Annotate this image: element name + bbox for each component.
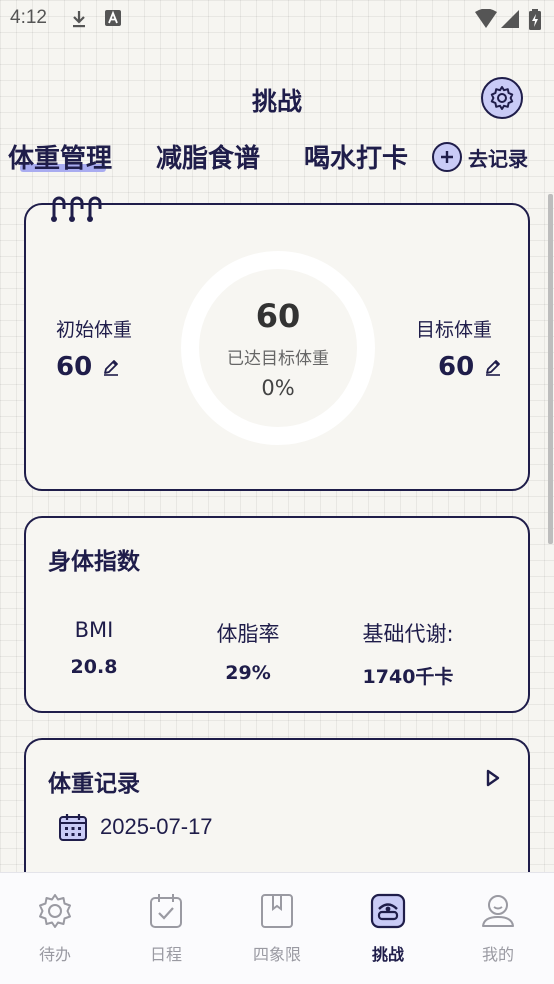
progress-ring-center: 60 已达目标体重 0%: [179, 249, 377, 447]
edit-target-weight-pencil-icon[interactable]: [484, 358, 502, 376]
initial-weight-label: 初始体重: [56, 319, 133, 341]
quadrant-icon: [261, 894, 293, 928]
go-record-button[interactable]: 去记录: [432, 142, 528, 172]
gear-icon: [490, 86, 514, 110]
progress-percent: 0%: [261, 376, 295, 400]
nav-label: 挑战: [371, 945, 404, 964]
nav-item-todo[interactable]: 待办: [0, 891, 110, 965]
initial-weight-value: 60: [56, 352, 93, 382]
nav-label: 我的: [481, 945, 514, 964]
wifi-icon: [475, 9, 497, 28]
tab-fat-loss-recipes[interactable]: 减脂食谱: [156, 138, 260, 175]
page-title: 挑战: [251, 87, 302, 116]
metric-body-fat: 体脂率 29%: [168, 618, 328, 684]
metric-label: 体脂率: [216, 622, 280, 646]
initial-weight: 初始体重 60: [56, 315, 132, 382]
calendar-check-icon: [150, 894, 182, 928]
nav-item-profile[interactable]: 我的: [443, 891, 553, 965]
battery-icon: [529, 9, 541, 30]
go-record-label: 去记录: [468, 146, 528, 171]
metric-label: 基础代谢:: [362, 622, 454, 646]
metric-value: 29%: [225, 662, 271, 684]
record-date-row[interactable]: 2025-07-17: [58, 812, 213, 842]
bottom-navigation: 待办 日程 四象限 挑战 我的: [0, 872, 554, 984]
metric-bmr: 基础代谢: 1740千卡: [328, 618, 488, 689]
plus-icon: [432, 142, 462, 172]
signal-icon: [501, 10, 519, 28]
settings-button[interactable]: [481, 77, 523, 119]
status-bar: 4:12: [0, 0, 554, 38]
download-icon: [73, 11, 85, 28]
challenge-icon: [370, 893, 406, 929]
tab-water-checkin[interactable]: 喝水打卡: [304, 138, 408, 175]
metric-value: 1740千卡: [362, 666, 454, 688]
target-weight-value: 60: [438, 352, 475, 382]
nav-label: 日程: [149, 945, 182, 964]
body-index-card: 身体指数 BMI 20.8 体脂率 29% 基础代谢: 1740千卡: [24, 516, 530, 713]
weight-record-title: 体重记录: [48, 771, 140, 797]
scrollbar[interactable]: [548, 194, 553, 544]
gear-icon: [39, 894, 71, 928]
record-date: 2025-07-17: [100, 814, 213, 839]
nav-item-quadrant[interactable]: 四象限: [222, 891, 332, 965]
metric-bmi: BMI 20.8: [14, 618, 174, 678]
profile-icon: [482, 895, 514, 927]
play-arrow-icon[interactable]: [484, 768, 502, 788]
body-index-title: 身体指数: [48, 549, 140, 575]
calendar-icon: [59, 814, 87, 841]
current-weight-value: 60: [255, 297, 301, 335]
weight-summary-card: 初始体重 60 60 已达目标体重 0% 目标体重 60: [24, 196, 530, 491]
tab-weight-management[interactable]: 体重管理: [8, 138, 112, 175]
metric-value: 20.8: [70, 656, 118, 678]
status-time: 4:12: [10, 7, 47, 28]
nav-item-challenge[interactable]: 挑战: [333, 891, 443, 965]
progress-label: 已达目标体重: [227, 349, 329, 369]
target-weight: 目标体重 60: [416, 315, 502, 382]
a-notification-icon: [105, 10, 121, 26]
nav-item-schedule[interactable]: 日程: [111, 891, 221, 965]
metric-label: BMI: [74, 618, 114, 642]
nav-label: 待办: [38, 945, 71, 964]
notebook-rings-icon: [51, 196, 102, 222]
nav-label: 四象限: [252, 945, 301, 964]
edit-initial-weight-pencil-icon[interactable]: [102, 358, 120, 376]
target-weight-label: 目标体重: [416, 319, 493, 341]
